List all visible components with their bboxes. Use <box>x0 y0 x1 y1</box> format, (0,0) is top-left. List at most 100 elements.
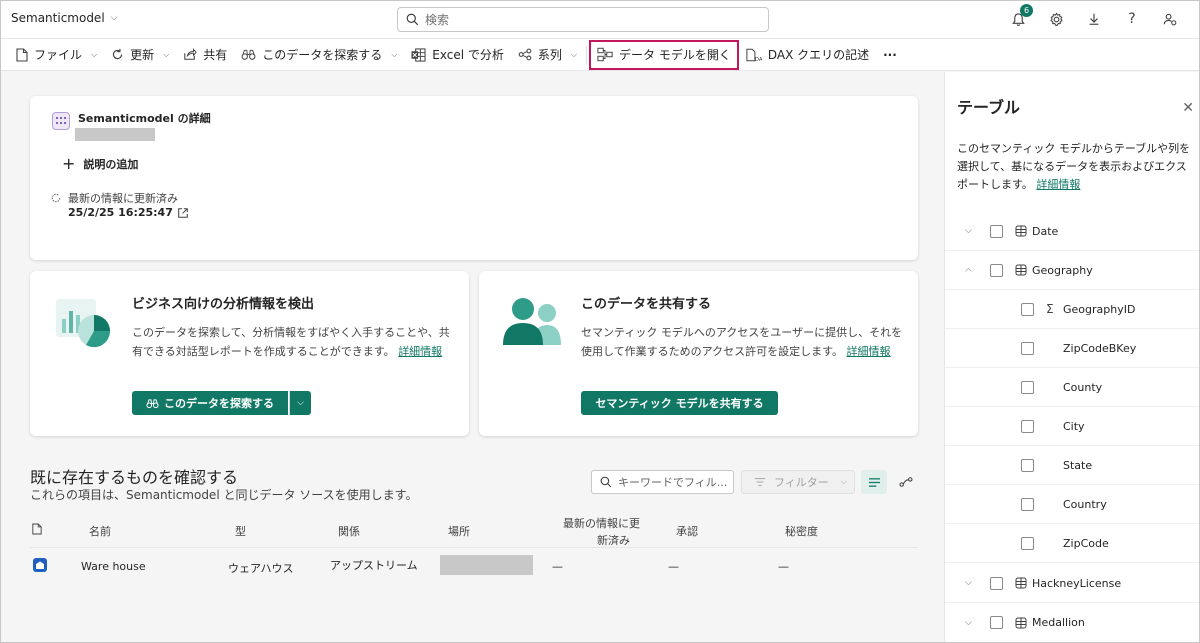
column-header-endorsement[interactable]: 承認 <box>676 523 698 539</box>
checkbox[interactable] <box>990 616 1003 629</box>
chevron-down-icon[interactable]: ⌵ <box>965 578 972 588</box>
column-header-relation[interactable]: 関係 <box>338 523 360 539</box>
app-title-menu[interactable]: Semanticmodel ⌵ <box>11 11 117 25</box>
chevron-down-icon: ⌵ <box>163 49 170 59</box>
column-header-location[interactable]: 場所 <box>448 523 470 539</box>
share-learn-more-link[interactable]: 詳細情報 <box>847 345 891 358</box>
tree-item-state[interactable]: State <box>945 446 1199 485</box>
refresh-time: 25/2/25 16:25:47 <box>68 206 189 219</box>
panel-learn-more-link[interactable]: 詳細情報 <box>1036 178 1080 191</box>
account-button[interactable] <box>1159 8 1181 30</box>
open-data-model-button[interactable]: データ モデルを開く <box>589 39 739 70</box>
file-menu-button[interactable]: ファイル ⌵ <box>9 42 104 68</box>
checkbox[interactable] <box>1021 419 1034 433</box>
keyword-filter-input[interactable] <box>618 475 728 489</box>
checkbox[interactable] <box>1021 380 1034 394</box>
tree-item-zipcode[interactable]: ZipCode <box>945 524 1199 563</box>
tree-item-label: GeographyID <box>1063 302 1136 316</box>
lineage-view-button[interactable] <box>895 472 917 492</box>
insights-learn-more-link[interactable]: 詳細情報 <box>398 345 442 358</box>
checkbox[interactable] <box>990 263 1003 277</box>
lineage-menu-button[interactable]: 系列 ⌵ <box>511 42 584 68</box>
share-button[interactable]: 共有 <box>176 42 234 68</box>
file-icon <box>16 47 28 62</box>
close-icon[interactable]: ✕ <box>1182 100 1194 116</box>
column-header-refreshed[interactable]: 最新の情報に更 新済み <box>563 515 640 549</box>
checkbox[interactable] <box>1021 536 1034 550</box>
list-view-button[interactable] <box>861 470 887 494</box>
checkbox[interactable] <box>1021 458 1034 472</box>
explore-data-dropdown-button[interactable]: ⌵ <box>289 391 311 415</box>
row-refreshed: — <box>552 560 563 573</box>
list-view-icon <box>868 477 880 487</box>
add-description-label: 説明の追加 <box>83 157 139 171</box>
analyze-in-excel-label: Excel で分析 <box>432 48 504 62</box>
tree-item-label: County <box>1063 380 1103 394</box>
share-semantic-model-button[interactable]: セマンティック モデルを共有する <box>581 391 778 415</box>
tree-item-label: City <box>1063 419 1085 433</box>
ribbon-divider <box>586 45 587 64</box>
download-button[interactable] <box>1083 8 1105 30</box>
tree-item-zipcodebkey[interactable]: ZipCodeBKey <box>945 329 1199 368</box>
keyword-filter[interactable] <box>591 470 734 494</box>
details-card: Semanticmodel の詳細 + 説明の追加 最新の情報に更新済み 25/… <box>30 96 918 260</box>
explore-data-menu-button[interactable]: このデータを探索する ⌵ <box>234 42 404 68</box>
table-header-divider <box>30 547 918 548</box>
write-dax-query-button[interactable]: DAX DAX クエリの記述 <box>739 42 876 68</box>
redacted-location <box>440 555 533 575</box>
refresh-icon <box>113 48 123 60</box>
tree-item-date[interactable]: ⌵ Date <box>945 212 1199 251</box>
tree-item-geographyid[interactable]: Σ GeographyID <box>945 290 1199 329</box>
top-bar: Semanticmodel ⌵ 6 ? <box>1 1 1199 39</box>
share-icon <box>184 48 197 60</box>
explore-data-label: このデータを探索する <box>262 48 383 62</box>
write-dax-query-label: DAX クエリの記述 <box>767 48 870 62</box>
chevron-down-icon: ⌵ <box>297 398 304 408</box>
chevron-down-icon[interactable]: ⌵ <box>965 226 972 236</box>
chevron-down-icon: ⌵ <box>840 477 847 486</box>
search-box[interactable] <box>397 7 769 32</box>
help-button[interactable]: ? <box>1121 8 1143 30</box>
semantic-model-icon <box>52 112 70 130</box>
sigma-icon: Σ <box>1046 302 1054 316</box>
question-icon: ? <box>1128 11 1136 27</box>
checkbox[interactable] <box>1021 341 1034 355</box>
chevron-up-icon[interactable]: ⌵ <box>965 265 972 275</box>
analyze-in-excel-button[interactable]: Excel で分析 <box>404 42 511 68</box>
notification-badge: 6 <box>1020 4 1033 17</box>
checkbox[interactable] <box>1021 497 1034 511</box>
chevron-down-icon[interactable]: ⌵ <box>965 618 972 628</box>
filter-button[interactable]: フィルター ⌵ <box>741 470 855 494</box>
column-header-sensitivity[interactable]: 秘密度 <box>785 523 818 539</box>
checkbox[interactable] <box>990 576 1003 590</box>
tree-item-county[interactable]: County <box>945 368 1199 407</box>
people-illustration-icon <box>503 298 561 345</box>
checkbox[interactable] <box>990 224 1003 238</box>
settings-button[interactable] <box>1045 8 1067 30</box>
tree-item-geography[interactable]: ⌵ Geography <box>945 251 1199 290</box>
open-external-icon[interactable] <box>177 207 189 219</box>
gear-icon <box>1049 11 1063 26</box>
refresh-menu-button[interactable]: 更新 ⌵ <box>104 42 176 68</box>
row-name[interactable]: Ware house <box>81 560 146 573</box>
notifications-button[interactable]: 6 <box>1007 4 1033 30</box>
search-input[interactable] <box>425 12 745 27</box>
checkbox[interactable] <box>1021 302 1034 316</box>
lineage-icon <box>518 48 532 61</box>
tree-item-medallion[interactable]: ⌵ Medallion <box>945 603 1199 642</box>
tree-item-hackneylicense[interactable]: ⌵ HackneyLicense <box>945 564 1199 603</box>
tree-item-city[interactable]: City <box>945 407 1199 446</box>
column-header-name[interactable]: 名前 <box>89 523 111 539</box>
filter-icon <box>754 478 766 486</box>
explore-data-button[interactable]: このデータを探索する <box>132 391 288 415</box>
explore-data-button-label: このデータを探索する <box>164 397 274 410</box>
add-description-button[interactable]: + 説明の追加 <box>62 154 138 173</box>
tree-item-label: ZipCode <box>1063 536 1109 550</box>
table-row[interactable]: Ware house ウェアハウス アップストリーム — — — <box>30 549 918 585</box>
tree-item-country[interactable]: Country <box>945 485 1199 524</box>
more-options-button[interactable]: ··· <box>876 42 904 68</box>
analytics-illustration-icon <box>56 299 111 348</box>
tables-panel: テーブル ✕ このセマンティック モデルからテーブルや列を選択して、基になるデー… <box>944 72 1199 642</box>
table-icon <box>1015 577 1027 589</box>
column-header-type[interactable]: 型 <box>235 523 246 539</box>
